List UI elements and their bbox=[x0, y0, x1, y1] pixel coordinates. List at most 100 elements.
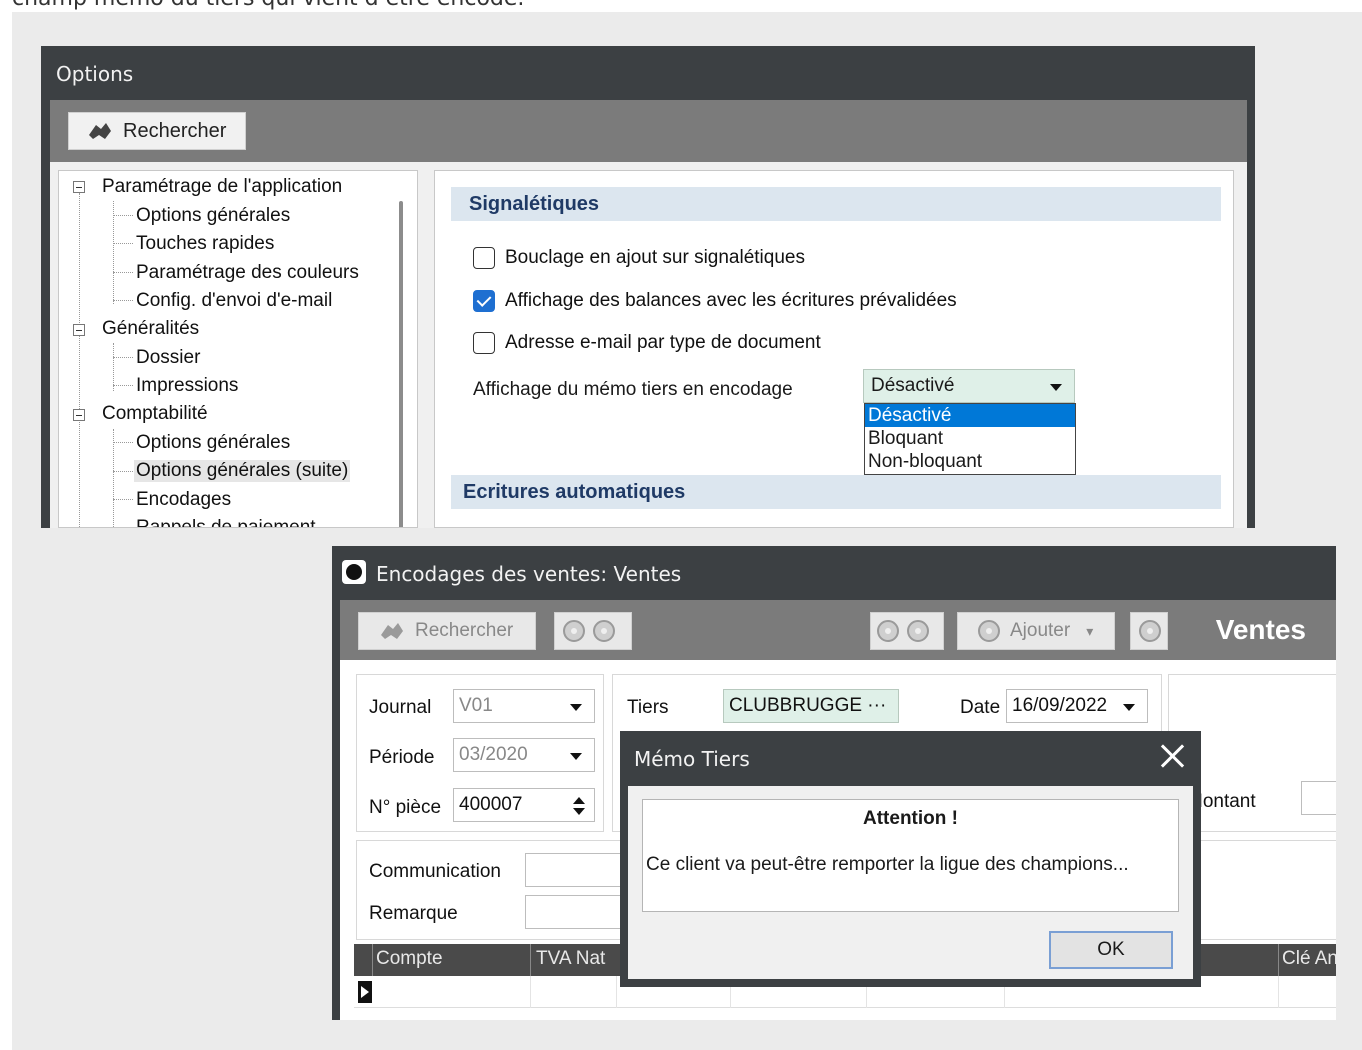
piece-value: 400007 bbox=[459, 794, 523, 815]
spin-down-icon[interactable] bbox=[573, 808, 585, 815]
memo-dialog-title: Mémo Tiers bbox=[634, 747, 750, 771]
memo-message: Ce client va peut-être remporter la ligu… bbox=[646, 854, 1129, 875]
sales-window-title: Encodages des ventes: Ventes bbox=[376, 562, 682, 586]
options-tree: Paramétrage de l'application Options gén… bbox=[58, 170, 418, 528]
collapse-icon[interactable] bbox=[73, 324, 85, 336]
close-icon[interactable] bbox=[1157, 741, 1187, 771]
options-search-label: Rechercher bbox=[123, 119, 227, 142]
journal-value: V01 bbox=[459, 695, 493, 716]
chevron-down-icon bbox=[1123, 704, 1135, 711]
tree-item-email-config[interactable]: Config. d'envoi d'e-mail bbox=[136, 290, 332, 312]
collapse-icon[interactable] bbox=[73, 181, 85, 193]
checkbox-bouclage-label: Bouclage en ajout sur signalétiques bbox=[505, 247, 805, 268]
checkbox-balances[interactable] bbox=[473, 290, 495, 312]
check-row-balances[interactable]: Affichage des balances avec les écriture… bbox=[473, 290, 957, 312]
journal-group: Journal V01 Période 03/2020 N° pièce 400… bbox=[356, 674, 604, 832]
tree-item-payment-reminders[interactable]: Rappels de paiement bbox=[136, 517, 316, 527]
memo-heading: Attention ! bbox=[863, 808, 958, 829]
memo-display-value: Désactivé bbox=[871, 375, 955, 396]
column-compte[interactable]: Compte bbox=[376, 948, 443, 970]
caption-text: champ mémo du tiers qui vient d’être enc… bbox=[12, 0, 524, 11]
tiers-field[interactable]: CLUBBRUGGE ··· bbox=[723, 689, 899, 723]
piece-stepper[interactable]: 400007 bbox=[453, 788, 595, 822]
next-icon[interactable] bbox=[593, 620, 615, 642]
tree-item-dossier[interactable]: Dossier bbox=[136, 347, 200, 369]
remarque-label: Remarque bbox=[369, 903, 458, 924]
collapse-icon[interactable] bbox=[73, 409, 85, 421]
add-dropdown-arrow-icon[interactable]: ▾ bbox=[1086, 623, 1093, 640]
options-toolbar: Rechercher bbox=[50, 100, 1247, 162]
piece-label: N° pièce bbox=[369, 797, 442, 818]
date-value: 16/09/2022 bbox=[1012, 695, 1108, 716]
add-icon bbox=[978, 620, 1000, 642]
memo-content-box: Attention ! Ce client va peut-être rempo… bbox=[642, 799, 1179, 912]
column-cle-an[interactable]: Clé An bbox=[1282, 948, 1336, 970]
sales-toolbar: Rechercher Ajouter ▾ Ventes bbox=[340, 600, 1336, 660]
chevron-down-icon bbox=[570, 753, 582, 760]
communication-label: Communication bbox=[369, 861, 501, 882]
tree-item-app-settings[interactable]: Paramétrage de l'application bbox=[102, 176, 342, 198]
dropdown-option-bloquant[interactable]: Bloquant bbox=[865, 427, 1075, 450]
binoculars-icon bbox=[87, 121, 113, 141]
journal-type-title: Ventes bbox=[1215, 614, 1306, 645]
nav-prev-next-buttons[interactable] bbox=[554, 612, 632, 650]
sales-search-button[interactable]: Rechercher bbox=[358, 612, 536, 650]
periode-value: 03/2020 bbox=[459, 744, 528, 765]
chevron-down-icon bbox=[570, 704, 582, 711]
date-label: Date bbox=[960, 697, 1001, 718]
tree-item-impressions[interactable]: Impressions bbox=[136, 375, 238, 397]
tree-item-colors[interactable]: Paramétrage des couleurs bbox=[136, 262, 359, 284]
tree-scrollbar[interactable] bbox=[399, 201, 403, 527]
options-window: Options Rechercher Paramétrage de l'appl… bbox=[41, 46, 1255, 528]
checkbox-bouclage[interactable] bbox=[473, 247, 495, 269]
periode-label: Période bbox=[369, 747, 435, 768]
periode-select[interactable]: 03/2020 bbox=[453, 738, 595, 772]
column-tva-nat[interactable]: TVA Nat bbox=[536, 948, 605, 970]
tree-item-general-options[interactable]: Options générales bbox=[136, 205, 290, 227]
check-row-email[interactable]: Adresse e-mail par type de document bbox=[473, 332, 821, 354]
tree-item-accounting-options-cont[interactable]: Options générales (suite) bbox=[134, 460, 351, 482]
tree-item-generalities[interactable]: Généralités bbox=[102, 318, 199, 340]
date-picker[interactable]: 16/09/2022 bbox=[1006, 689, 1148, 723]
last-record-icon[interactable] bbox=[907, 620, 929, 642]
settings-panel: Signalétiques Bouclage en ajout sur sign… bbox=[434, 170, 1234, 528]
add-button[interactable]: Ajouter ▾ bbox=[957, 612, 1115, 650]
journal-select[interactable]: V01 bbox=[453, 689, 595, 723]
cancel-button[interactable] bbox=[1130, 612, 1168, 650]
memo-display-dropdown: Désactivé Bloquant Non-bloquant bbox=[864, 403, 1076, 475]
tree-item-accounting[interactable]: Comptabilité bbox=[102, 403, 208, 425]
first-record-icon[interactable] bbox=[877, 620, 899, 642]
spin-up-icon[interactable] bbox=[573, 797, 585, 804]
section-signaletiques: Signalétiques bbox=[451, 187, 1221, 221]
chevron-down-icon bbox=[1050, 384, 1062, 391]
memo-tiers-dialog: Mémo Tiers Attention ! Ce client va peut… bbox=[620, 731, 1201, 987]
checkbox-balances-label: Affichage des balances avec les écriture… bbox=[505, 290, 957, 311]
ok-button[interactable]: OK bbox=[1049, 931, 1173, 969]
memo-display-label: Affichage du mémo tiers en encodage bbox=[473, 379, 793, 400]
tiers-label: Tiers bbox=[627, 697, 669, 718]
previous-icon[interactable] bbox=[563, 620, 585, 642]
sales-search-label: Rechercher bbox=[415, 620, 514, 641]
section-auto-entries: Ecritures automatiques bbox=[451, 475, 1221, 509]
check-row-bouclage[interactable]: Bouclage en ajout sur signalétiques bbox=[473, 247, 805, 269]
tree-item-encodings[interactable]: Encodages bbox=[136, 489, 231, 511]
tree-item-shortcuts[interactable]: Touches rapides bbox=[136, 233, 274, 255]
tiers-value: CLUBBRUGGE ··· bbox=[729, 695, 887, 716]
checkbox-email[interactable] bbox=[473, 332, 495, 354]
row-indicator-icon bbox=[358, 981, 372, 1003]
tree-item-accounting-options[interactable]: Options générales bbox=[136, 432, 290, 454]
memo-display-select[interactable]: Désactivé bbox=[863, 369, 1075, 403]
dropdown-option-non-bloquant[interactable]: Non-bloquant bbox=[865, 450, 1075, 473]
journal-label: Journal bbox=[369, 697, 432, 718]
checkbox-email-label: Adresse e-mail par type de document bbox=[505, 332, 821, 353]
options-body: Paramétrage de l'application Options gén… bbox=[50, 162, 1247, 528]
dropdown-option-desactive[interactable]: Désactivé bbox=[865, 404, 1075, 427]
binoculars-icon bbox=[379, 621, 405, 641]
options-title: Options bbox=[56, 62, 134, 86]
cancel-icon bbox=[1139, 620, 1161, 642]
montant-input[interactable] bbox=[1301, 781, 1336, 815]
options-search-button[interactable]: Rechercher bbox=[68, 112, 246, 150]
memo-dialog-body: Attention ! Ce client va peut-être rempo… bbox=[628, 786, 1193, 979]
add-label: Ajouter bbox=[1010, 620, 1071, 641]
nav-first-last-buttons[interactable] bbox=[870, 612, 944, 650]
